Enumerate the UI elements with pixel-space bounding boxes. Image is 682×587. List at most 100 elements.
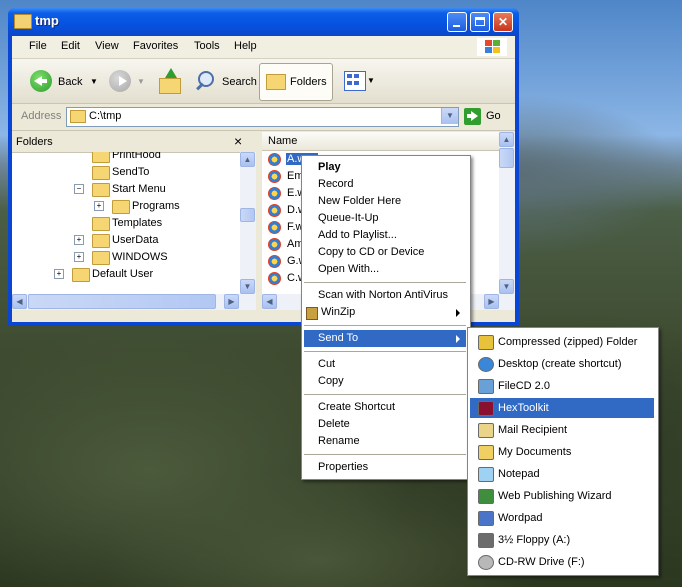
send-to-item[interactable]: Notepad (470, 464, 654, 484)
send-to-item[interactable]: Compressed (zipped) Folder (470, 332, 654, 352)
address-input[interactable]: C:\tmp ▼ (66, 107, 459, 127)
expand-icon[interactable]: + (54, 269, 64, 279)
folders-hscrollbar[interactable]: ◀ ▶ (12, 294, 256, 310)
context-menu-item[interactable]: Copy to CD or Device (304, 244, 466, 261)
send-to-item[interactable]: Desktop (create shortcut) (470, 354, 654, 374)
context-menu-item[interactable]: Queue-It-Up (304, 210, 466, 227)
tree-item-label: SendTo (112, 166, 150, 178)
menu-edit[interactable]: Edit (61, 40, 80, 52)
send-to-item[interactable]: Mail Recipient (470, 420, 654, 440)
context-menu-item-label: Copy to CD or Device (318, 246, 425, 258)
menu-tools[interactable]: Tools (194, 40, 220, 52)
send-to-item[interactable]: My Documents (470, 442, 654, 462)
files-scroll-up-icon[interactable]: ▲ (499, 132, 514, 147)
context-menu-item[interactable]: Create Shortcut (304, 399, 466, 416)
context-menu-item[interactable]: Open With... (304, 261, 466, 278)
send-to-item[interactable]: FileCD 2.0 (470, 376, 654, 396)
forward-button[interactable] (109, 70, 131, 92)
address-dropdown-icon[interactable]: ▼ (441, 108, 458, 124)
send-to-item[interactable]: Web Publishing Wizard (470, 486, 654, 506)
minimize-button[interactable] (447, 12, 467, 32)
folders-pane-header: Folders × (12, 132, 256, 153)
folders-vscrollbar[interactable]: ▲ ▼ (240, 152, 256, 294)
expand-icon[interactable]: + (74, 252, 84, 262)
send-to-item-label: Notepad (498, 468, 540, 480)
close-pane-icon[interactable]: × (234, 133, 242, 149)
menu-view[interactable]: View (95, 40, 119, 52)
forward-dropdown-icon[interactable]: ▼ (137, 77, 145, 86)
audio-file-icon (268, 238, 281, 251)
context-menu-item-label: Create Shortcut (318, 401, 396, 413)
menu-help[interactable]: Help (234, 40, 257, 52)
folder-icon (92, 217, 110, 231)
web-publishing-icon (478, 489, 494, 504)
tree-item-label: Templates (112, 217, 163, 229)
title-bar[interactable]: tmp ✕ (8, 8, 519, 36)
expand-icon[interactable]: + (94, 201, 104, 211)
menu-file[interactable]: File (29, 40, 47, 52)
address-value: C:\tmp (89, 110, 122, 122)
scroll-thumb[interactable] (240, 208, 255, 222)
context-menu-item[interactable]: Rename (304, 433, 466, 450)
folder-icon (14, 14, 32, 29)
context-menu-item[interactable]: Record (304, 176, 466, 193)
scroll-up-icon[interactable]: ▲ (240, 152, 255, 167)
expand-icon[interactable]: + (74, 235, 84, 245)
folder-icon (112, 200, 130, 214)
hscroll-thumb[interactable] (28, 294, 216, 309)
back-label: Back (58, 76, 83, 88)
name-column-header[interactable]: Name (262, 132, 499, 151)
context-menu-item-label: Queue-It-Up (318, 212, 379, 224)
send-to-item-label: Mail Recipient (498, 424, 568, 436)
go-arrow-icon (464, 108, 481, 125)
up-folder-button[interactable] (157, 68, 181, 94)
folder-icon (92, 152, 110, 163)
scroll-left-icon[interactable]: ◀ (12, 294, 27, 309)
go-button[interactable]: Go (464, 107, 508, 127)
folder-icon (92, 166, 110, 180)
search-label: Search (222, 76, 257, 88)
context-menu-item[interactable]: WinZip (304, 304, 466, 321)
context-menu-item-label: New Folder Here (318, 195, 402, 207)
send-to-item[interactable]: CD-RW Drive (F:) (470, 552, 654, 572)
back-dropdown-icon[interactable]: ▼ (90, 77, 98, 86)
context-menu-item[interactable]: Copy (304, 373, 466, 390)
context-menu-item[interactable]: Play (304, 159, 466, 176)
send-to-item[interactable]: HexToolkit (470, 398, 654, 418)
context-menu-item[interactable]: Add to Playlist... (304, 227, 466, 244)
address-bar: Address C:\tmp ▼ Go (12, 104, 515, 131)
desktop-icon (478, 357, 494, 372)
close-button[interactable]: ✕ (493, 12, 513, 32)
context-menu-item-label: Properties (318, 461, 369, 473)
files-scroll-right-icon[interactable]: ▶ (484, 294, 499, 309)
scroll-right-icon[interactable]: ▶ (224, 294, 239, 309)
send-to-item-label: Web Publishing Wizard (498, 490, 612, 502)
folders-label: Folders (290, 76, 327, 88)
menu-favorites[interactable]: Favorites (133, 40, 178, 52)
send-to-item[interactable]: 3½ Floppy (A:) (470, 530, 654, 550)
files-vscrollbar[interactable]: ▲ ▼ (499, 132, 515, 294)
folder-icon (92, 234, 110, 248)
scroll-down-icon[interactable]: ▼ (240, 279, 255, 294)
views-dropdown-icon[interactable]: ▼ (367, 76, 375, 85)
folders-button[interactable]: Folders (259, 63, 333, 101)
context-menu-item[interactable]: New Folder Here (304, 193, 466, 210)
zip-folder-icon (478, 335, 494, 350)
context-menu-item[interactable]: Properties (304, 459, 466, 476)
search-button[interactable]: Search (192, 63, 257, 99)
maximize-button[interactable] (470, 12, 490, 32)
context-menu-item[interactable]: Delete (304, 416, 466, 433)
send-to-item[interactable]: Wordpad (470, 508, 654, 528)
views-button[interactable]: ▼ (342, 68, 378, 94)
address-folder-icon (70, 110, 86, 123)
collapse-icon[interactable]: − (74, 184, 84, 194)
files-scroll-down-icon[interactable]: ▼ (499, 279, 514, 294)
windows-logo-icon (477, 38, 507, 56)
context-menu-item[interactable]: Scan with Norton AntiVirus (304, 287, 466, 304)
context-menu-item[interactable]: Send To (304, 330, 466, 347)
folder-tree: PrintHood SendTo − Start Menu + Programs Templ… (12, 152, 238, 292)
context-menu-item[interactable]: Cut (304, 356, 466, 373)
files-scroll-left-icon[interactable]: ◀ (262, 294, 277, 309)
files-scroll-thumb[interactable] (499, 148, 514, 168)
back-button[interactable]: Back ▼ (26, 63, 100, 99)
